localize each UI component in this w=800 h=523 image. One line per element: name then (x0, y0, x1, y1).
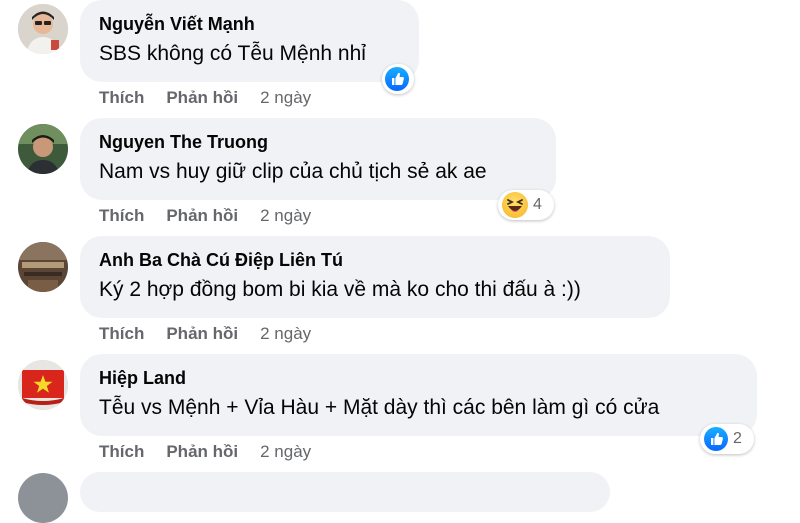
reaction-count: 4 (533, 196, 542, 213)
like-icon (385, 67, 409, 91)
reaction-badge[interactable]: 4 (498, 190, 554, 220)
reply-link[interactable]: Phản hồi (166, 324, 238, 343)
timestamp[interactable]: 2 ngày (260, 442, 311, 461)
comment-bubble: Nguyễn Viết Mạnh SBS không có Tễu Mệnh n… (80, 0, 419, 82)
like-link[interactable]: Thích (99, 206, 144, 225)
reply-link[interactable]: Phản hồi (166, 206, 238, 225)
comment-text: Nam vs huy giữ clip của chủ tịch sẻ ak a… (99, 160, 487, 183)
comment-text: SBS không có Tễu Mệnh nhỉ (99, 42, 366, 65)
comment-actions: Thích Phản hồi 2 ngày (99, 440, 311, 464)
comment-actions: Thích Phản hồi 2 ngày (99, 204, 311, 228)
comment-item: Anh Ba Chà Cú Điệp Liên Tú Ký 2 hợp đồng… (0, 236, 800, 354)
avatar[interactable] (18, 4, 68, 54)
reaction-badge[interactable]: 2 (700, 424, 754, 454)
like-link[interactable]: Thích (99, 88, 144, 107)
comment-item: Nguyễn Viết Mạnh SBS không có Tễu Mệnh n… (0, 0, 800, 118)
like-link[interactable]: Thích (99, 442, 144, 461)
timestamp[interactable]: 2 ngày (260, 206, 311, 225)
comment-bubble: Anh Ba Chà Cú Điệp Liên Tú Ký 2 hợp đồng… (80, 236, 670, 318)
avatar[interactable] (18, 242, 68, 292)
comment-text: Ký 2 hợp đồng bom bi kia về mà ko cho th… (99, 278, 581, 301)
comment-author[interactable]: Nguyễn Viết Mạnh (99, 12, 399, 36)
timestamp[interactable]: 2 ngày (260, 324, 311, 343)
next-comment-avatar-partial[interactable] (18, 473, 68, 523)
avatar[interactable] (18, 124, 68, 174)
comment-text: Tễu vs Mệnh + Vỉa Hàu + Mặt dày thì các … (99, 396, 660, 419)
timestamp[interactable]: 2 ngày (260, 88, 311, 107)
comment-bubble: Hiệp Land Tễu vs Mệnh + Vỉa Hàu + Mặt dà… (80, 354, 757, 436)
reaction-count: 2 (733, 430, 742, 447)
comment-item: Hiệp Land Tễu vs Mệnh + Vỉa Hàu + Mặt dà… (0, 354, 800, 472)
comment-author[interactable]: Nguyen The Truong (99, 130, 536, 154)
haha-icon (502, 192, 528, 218)
comment-author[interactable]: Hiệp Land (99, 366, 737, 390)
next-comment-bubble-partial (80, 472, 610, 512)
reply-link[interactable]: Phản hồi (166, 442, 238, 461)
comment-actions: Thích Phản hồi 2 ngày (99, 322, 311, 346)
comment-bubble: Nguyen The Truong Nam vs huy giữ clip củ… (80, 118, 556, 200)
comment-author[interactable]: Anh Ba Chà Cú Điệp Liên Tú (99, 248, 650, 272)
reply-link[interactable]: Phản hồi (166, 88, 238, 107)
reaction-badge[interactable] (382, 64, 414, 94)
comment-item: Nguyen The Truong Nam vs huy giữ clip củ… (0, 118, 800, 236)
comment-actions: Thích Phản hồi 2 ngày (99, 86, 311, 110)
like-link[interactable]: Thích (99, 324, 144, 343)
like-icon (704, 427, 728, 451)
avatar[interactable] (18, 360, 68, 410)
